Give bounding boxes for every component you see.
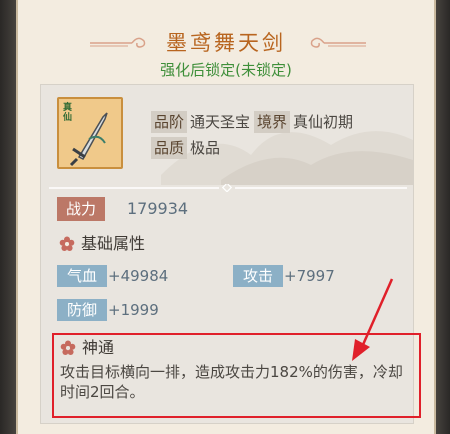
skill-description: 攻击目标横向一排，造成攻击力182%的伤害，冷却时间2回合。 [60,363,403,401]
stat-value-attack: +7997 [284,267,335,285]
annotation-arrow-icon [352,278,394,361]
sword-icon [69,112,108,167]
power-badge: 战力 [57,197,105,221]
stat-label-hp: 气血 [57,265,107,287]
grade-label: 品阶 [151,111,188,133]
quality-value: 极品 [190,139,221,157]
attr-line-2: 品质 极品 [151,137,224,159]
stat-value-defense: +1999 [108,301,159,319]
title-row: 墨鸢舞天剑 [18,30,434,56]
attr-line-1: 品阶 通天圣宝 境界 真仙初期 [151,111,357,133]
stat-label-attack: 攻击 [233,265,283,287]
realm-label: 境界 [254,111,291,133]
background-left-edge [0,0,16,434]
flower-bullet-icon [59,236,75,251]
item-name: 墨鸢舞天剑 [166,31,286,55]
grade-value: 通天圣宝 [190,113,251,131]
power-value: 179934 [127,199,189,218]
base-attributes-title: 基础属性 [81,234,146,253]
stat-label-defense: 防御 [57,299,107,321]
lock-status: 强化后锁定(未锁定) [160,61,292,79]
item-icon[interactable]: 真仙 [57,97,123,169]
cloud-ornament-right-icon [310,37,366,48]
stat-value-hp: +49984 [108,267,169,285]
quality-label: 品质 [151,137,188,159]
background-right-edge [436,0,450,434]
realm-value: 真仙初期 [293,113,354,131]
section-divider [49,184,407,192]
panel-header: 墨鸢舞天剑 强化后锁定(未锁定) [18,26,434,86]
